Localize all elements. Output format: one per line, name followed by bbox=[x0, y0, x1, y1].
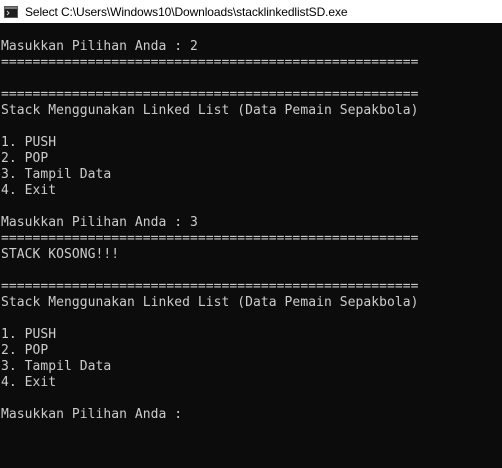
separator-line: ========================================… bbox=[1, 55, 419, 70]
menu-option-push: 1. PUSH bbox=[1, 135, 57, 150]
console-line: Masukkan Pilihan Anda : 2 bbox=[1, 39, 198, 54]
menu-option-show-data: 3. Tampil Data bbox=[1, 167, 112, 182]
menu-heading: Stack Menggunakan Linked List (Data Pema… bbox=[1, 103, 419, 118]
menu-option-pop: 2. POP bbox=[1, 151, 49, 166]
menu-option-exit: 4. Exit bbox=[1, 183, 57, 198]
console-app-icon bbox=[4, 5, 18, 18]
title-bar[interactable]: Select C:\Users\Windows10\Downloads\stac… bbox=[0, 0, 502, 23]
choice-prompt: Masukkan Pilihan Anda : 3 bbox=[1, 215, 198, 230]
console-window: Select C:\Users\Windows10\Downloads\stac… bbox=[0, 0, 502, 468]
menu-option-show-data: 3. Tampil Data bbox=[1, 359, 112, 374]
menu-option-exit: 4. Exit bbox=[1, 375, 57, 390]
separator-line: ========================================… bbox=[1, 87, 419, 102]
menu-option-pop: 2. POP bbox=[1, 343, 49, 358]
console-lines: Masukkan Pilihan Anda : 2 ==============… bbox=[1, 39, 418, 423]
window-title: Select C:\Users\Windows10\Downloads\stac… bbox=[25, 4, 348, 19]
console-output[interactable]: Masukkan Pilihan Anda : 2 ==============… bbox=[0, 23, 502, 468]
separator-line: ========================================… bbox=[1, 231, 419, 246]
stack-empty-message: STACK KOSONG!!! bbox=[1, 247, 120, 262]
input-prompt[interactable]: Masukkan Pilihan Anda : bbox=[1, 407, 418, 423]
menu-heading: Stack Menggunakan Linked List (Data Pema… bbox=[1, 295, 419, 310]
separator-line: ========================================… bbox=[1, 279, 419, 294]
menu-option-push: 1. PUSH bbox=[1, 327, 57, 342]
